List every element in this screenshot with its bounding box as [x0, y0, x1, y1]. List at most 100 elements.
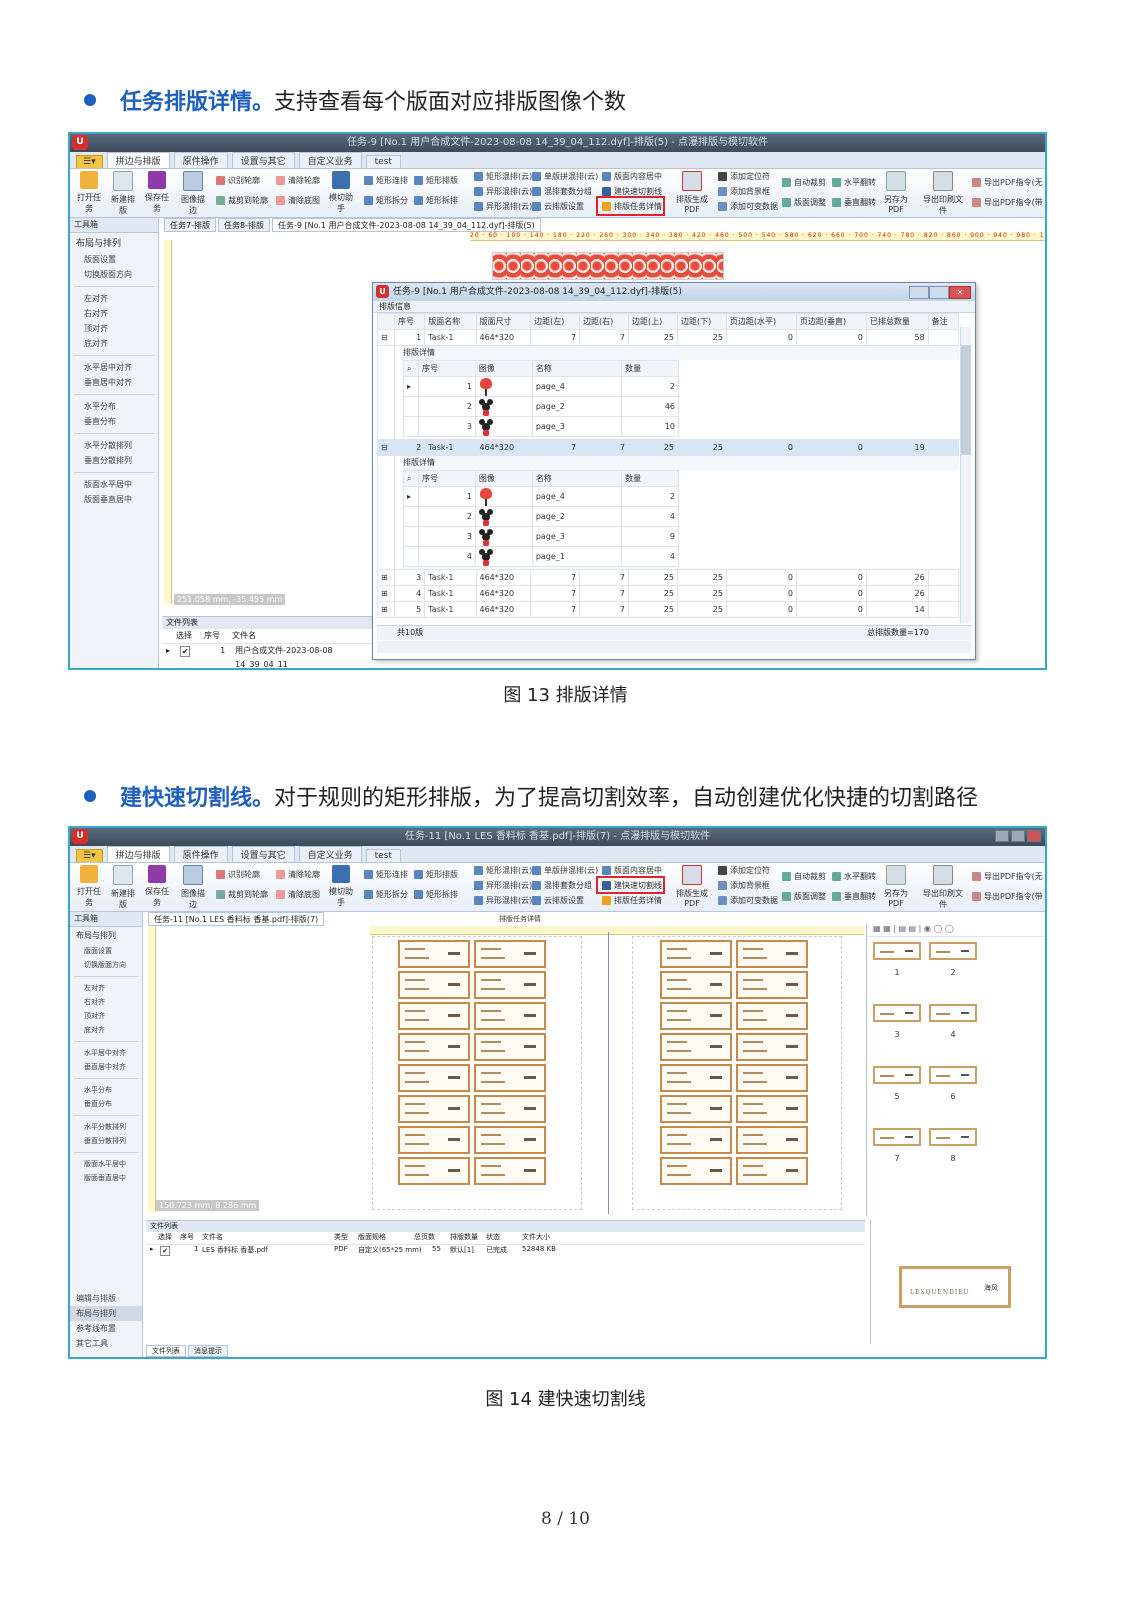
- label-tile[interactable]: [474, 1126, 546, 1154]
- h-spread-item[interactable]: 水平分散排列: [70, 438, 158, 453]
- align-top-item[interactable]: 顶对齐: [70, 321, 158, 336]
- tab-settings[interactable]: 设置与其它: [231, 152, 295, 168]
- label-tile[interactable]: [474, 940, 546, 968]
- label-tile[interactable]: [398, 1157, 470, 1185]
- table-row[interactable]: ⊞ 4 Task-1 464*320 7 7 25 25 0 0 26: [377, 585, 959, 602]
- switch-orientation-item[interactable]: 切换版面方向: [70, 958, 142, 972]
- v-spread-item[interactable]: 垂直分散排列: [70, 453, 158, 468]
- expand-icon[interactable]: ⊞: [377, 601, 395, 618]
- table-row[interactable]: ⊞ 3 Task-1 464*320 7 7 25 25 0 0 26: [377, 569, 959, 586]
- page-h-center-item[interactable]: 版面水平居中: [70, 477, 158, 492]
- rect-split2-button[interactable]: 矩形拆排: [414, 195, 458, 206]
- collapse-icon[interactable]: ⊟: [377, 329, 395, 346]
- page-thumbnail[interactable]: [929, 1004, 977, 1022]
- export-print-button[interactable]: 导出印刷文件: [920, 171, 966, 216]
- page-adjust-button[interactable]: 版面调整: [782, 891, 826, 902]
- tab-file-list[interactable]: 文件列表: [146, 1345, 186, 1357]
- auto-crop-button[interactable]: 自动裁剪: [782, 177, 826, 188]
- label-tile[interactable]: [660, 971, 732, 999]
- page-thumbnail[interactable]: [873, 1128, 921, 1146]
- image-trace-button[interactable]: 图像描边: [178, 171, 208, 216]
- page-center-button[interactable]: 版面内容居中: [602, 865, 662, 876]
- detect-contour-button[interactable]: 识别轮廓: [216, 175, 260, 186]
- h-distribute-item[interactable]: 水平分布: [70, 1083, 142, 1097]
- export-pdf-b-button[interactable]: 导出PDF指令(带: [972, 891, 1043, 902]
- label-tile[interactable]: [474, 1157, 546, 1185]
- align-bottom-item[interactable]: 底对齐: [70, 336, 158, 351]
- minimize-icon[interactable]: [995, 830, 1009, 842]
- mix-set-group-button[interactable]: 混排套数分组: [532, 880, 592, 891]
- label-tile[interactable]: [736, 1002, 808, 1030]
- rect-fill-button[interactable]: 矩形连排: [364, 175, 408, 186]
- file-list-row[interactable]: ▸ ✔ 1 LES 香料标 香基.pdf PDF 自定义(65*25 mm) 5…: [146, 1245, 865, 1257]
- tab-source-ops[interactable]: 原件操作: [173, 152, 228, 168]
- cloud-set-button[interactable]: 云排版设置: [532, 895, 584, 906]
- rect-mix-button[interactable]: 矩形混排(云): [474, 171, 532, 182]
- rect-layout-button[interactable]: 矩形排版: [414, 869, 458, 880]
- die-helper-button[interactable]: 模切助手: [326, 171, 356, 214]
- label-tile[interactable]: [736, 1157, 808, 1185]
- add-bg-button[interactable]: 添加背景框: [718, 186, 770, 197]
- label-tile[interactable]: [660, 1002, 732, 1030]
- export-pdf-a-button[interactable]: 导出PDF指令(无: [972, 177, 1043, 188]
- tab-test[interactable]: test: [365, 849, 401, 862]
- align-left-item[interactable]: 左对齐: [70, 981, 142, 995]
- page-v-center-item[interactable]: 版面垂直居中: [70, 1171, 142, 1185]
- expand-icon[interactable]: ⊞: [377, 569, 395, 586]
- detail-row[interactable]: 2 page_2 46: [403, 396, 679, 417]
- label-tile[interactable]: [660, 1126, 732, 1154]
- detail-row[interactable]: 4 page_1 4: [403, 546, 679, 567]
- new-layout-button[interactable]: 新建排版: [108, 171, 138, 216]
- layout-detail-button[interactable]: 排版任务详情: [602, 895, 662, 906]
- file-list-row[interactable]: ▸ ✔ 1 用户合成文件-2023-08-08 14_39_04_11: [162, 644, 372, 668]
- export-pdf-b-button[interactable]: 导出PDF指令(带: [972, 197, 1043, 208]
- table-row[interactable]: ⊟ 1 Task-1 464*320 7 7 25 25 0 0 58: [377, 329, 959, 346]
- page-thumbnail[interactable]: [873, 1066, 921, 1084]
- collapse-icon[interactable]: ⊟: [377, 439, 395, 456]
- label-tile[interactable]: [474, 1064, 546, 1092]
- detail-row[interactable]: 2 page_2 4: [403, 506, 679, 527]
- label-tile[interactable]: [736, 971, 808, 999]
- label-tile[interactable]: [398, 1064, 470, 1092]
- label-tile[interactable]: [660, 1064, 732, 1092]
- label-tile[interactable]: [736, 1033, 808, 1061]
- clear-contour-button[interactable]: 清除轮廓: [276, 869, 320, 880]
- nav-layout-arrange[interactable]: 布局与排列: [70, 1306, 142, 1321]
- tab-layout[interactable]: 拼边与排版: [106, 846, 170, 862]
- shape-mix-button[interactable]: 异形混排(云): [474, 186, 532, 197]
- v-center-item[interactable]: 垂直居中对齐: [70, 375, 158, 390]
- die-helper-button[interactable]: 模切助手: [326, 865, 356, 908]
- tab-messages[interactable]: 消息提示: [188, 1345, 228, 1357]
- nav-edit-layout[interactable]: 编辑与排版: [70, 1291, 142, 1306]
- tab-custom[interactable]: 自定义业务: [298, 152, 362, 168]
- h-flip-button[interactable]: 水平翻转: [832, 871, 876, 882]
- page-center-button[interactable]: 版面内容居中: [602, 171, 662, 182]
- row-checkbox[interactable]: ✔: [180, 646, 191, 657]
- close-icon[interactable]: ✕: [949, 286, 971, 299]
- label-tile[interactable]: [474, 1095, 546, 1123]
- cloud-set-button[interactable]: 云排版设置: [532, 201, 584, 212]
- single-mix-button[interactable]: 单版拼混排(云): [532, 865, 598, 876]
- tab-layout[interactable]: 拼边与排版: [106, 152, 170, 168]
- page-thumbnail[interactable]: [873, 942, 921, 960]
- tab-source-ops[interactable]: 原件操作: [173, 846, 228, 862]
- label-tile[interactable]: [736, 940, 808, 968]
- horizontal-scrollbar[interactable]: [377, 641, 971, 653]
- page-v-center-item[interactable]: 版面垂直居中: [70, 492, 158, 507]
- rect-split2-button[interactable]: 矩形拆排: [414, 889, 458, 900]
- minimize-icon[interactable]: [909, 286, 929, 299]
- crop-contour-button[interactable]: 裁剪到轮廓: [216, 195, 268, 206]
- export-pdf-a-button[interactable]: 导出PDF指令(无: [972, 871, 1043, 882]
- rect-fill-button[interactable]: 矩形连排: [364, 869, 408, 880]
- gen-pdf-button[interactable]: 排版生成PDF: [670, 171, 714, 214]
- page-thumbnail[interactable]: [929, 1066, 977, 1084]
- align-bottom-item[interactable]: 底对齐: [70, 1023, 142, 1037]
- table-row[interactable]: ⊞ 5 Task-1 464*320 7 7 25 25 0 0 14: [377, 601, 959, 618]
- tab-custom[interactable]: 自定义业务: [298, 846, 362, 862]
- detail-row[interactable]: ▸ 1 page_4 2: [403, 486, 679, 507]
- label-tile[interactable]: [474, 1002, 546, 1030]
- mix-set-group-button[interactable]: 混排套数分组: [532, 186, 592, 197]
- align-top-item[interactable]: 顶对齐: [70, 1009, 142, 1023]
- h-center-item[interactable]: 水平居中对齐: [70, 360, 158, 375]
- page-thumbnail[interactable]: [929, 942, 977, 960]
